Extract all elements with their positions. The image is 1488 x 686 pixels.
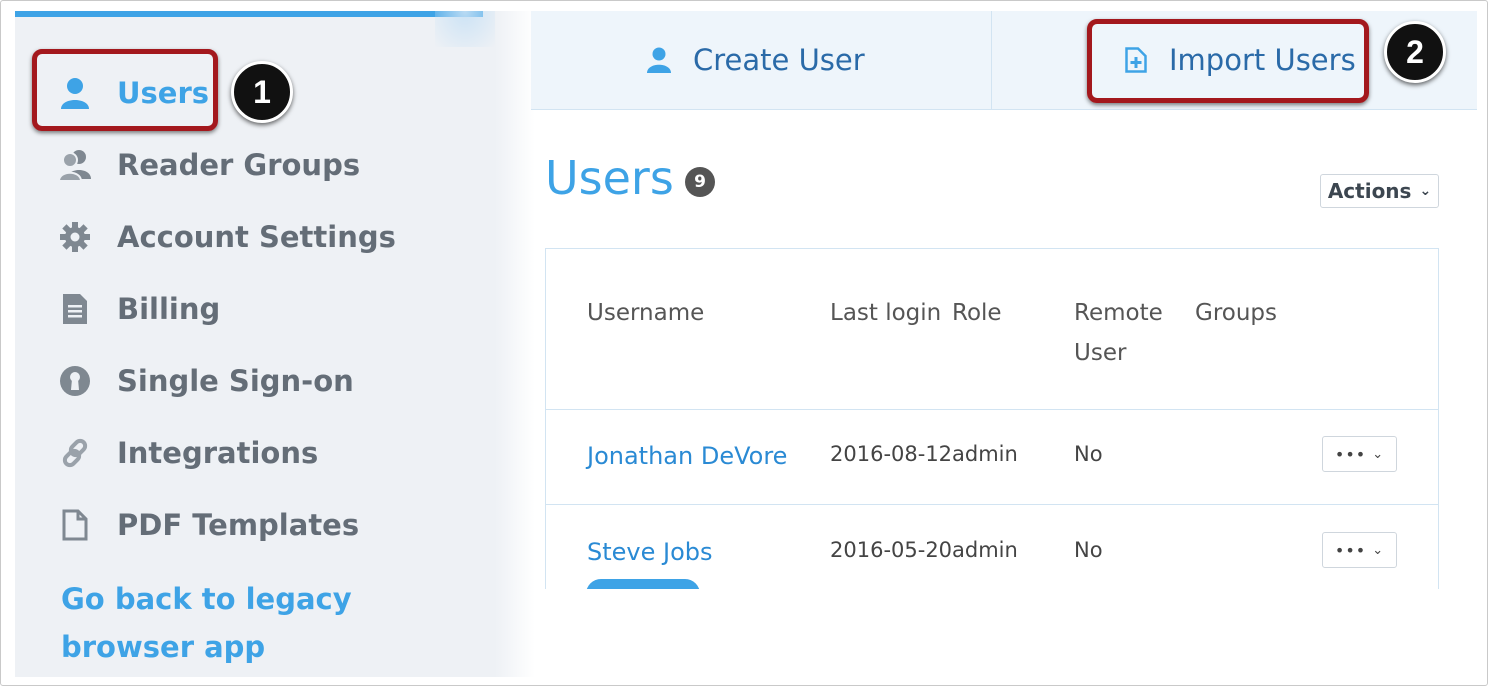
sidebar-item-pdf-templates[interactable]: PDF Templates (57, 505, 359, 545)
users-table: Username Last login Role Remote User Gro… (545, 248, 1439, 589)
create-user-label: Create User (693, 43, 865, 77)
create-user-button[interactable]: Create User (647, 11, 865, 109)
sidebar-item-billing[interactable]: Billing (57, 289, 220, 329)
remote-user-cell: No (1074, 442, 1103, 466)
chevron-down-icon: ⌄ (1372, 542, 1385, 558)
chevron-down-icon: ⌄ (1372, 446, 1385, 462)
document-icon (57, 291, 93, 327)
legacy-browser-link[interactable]: Go back to legacy browser app (61, 575, 461, 671)
role-pill (586, 579, 700, 589)
callout-box-users (32, 49, 218, 131)
reader-groups-icon (57, 147, 93, 183)
sidebar-item-reader-groups[interactable]: Reader Groups (57, 145, 360, 185)
app-window: Users Reader Groups Account Settings Bil… (0, 0, 1488, 686)
sidebar-item-label: Integrations (117, 436, 319, 470)
toolbar-divider (991, 11, 992, 109)
chevron-down-icon: ⌄ (1419, 183, 1432, 199)
row-menu-button[interactable]: ••• ⌄ (1322, 532, 1397, 568)
last-login-cell: 2016-08-12 (830, 442, 953, 466)
actions-dropdown[interactable]: Actions ⌄ (1320, 174, 1439, 208)
role-cell: admin (952, 442, 1018, 466)
callout-badge-1: 1 (231, 61, 293, 123)
sidebar-item-label: Reader Groups (117, 148, 361, 182)
keyhole-icon (57, 363, 93, 399)
table-row: Steve Jobs 2016-05-20 admin No ••• ⌄ (546, 505, 1438, 589)
table-header: Username Last login Role Remote User Gro… (546, 249, 1438, 410)
sidebar-item-integrations[interactable]: Integrations (57, 433, 318, 473)
actions-label: Actions (1327, 179, 1412, 203)
more-dots-icon: ••• (1334, 444, 1367, 464)
column-header-username[interactable]: Username (587, 293, 704, 333)
username-link[interactable]: Jonathan DeVore (587, 442, 787, 470)
sidebar-item-single-sign-on[interactable]: Single Sign-on (57, 361, 354, 401)
sidebar-item-label: PDF Templates (117, 508, 360, 542)
row-menu-button[interactable]: ••• ⌄ (1322, 436, 1397, 472)
username-link[interactable]: Steve Jobs (587, 538, 713, 566)
more-dots-icon: ••• (1334, 540, 1367, 560)
column-header-last-login[interactable]: Last login (830, 293, 941, 333)
page-title: Users (545, 151, 674, 205)
link-icon (57, 435, 93, 471)
gear-icon (57, 219, 93, 255)
file-icon (57, 507, 93, 543)
column-header-role[interactable]: Role (952, 293, 1002, 333)
sidebar-item-account-settings[interactable]: Account Settings (57, 217, 396, 257)
sidebar-item-label: Account Settings (117, 220, 396, 254)
remote-user-cell: No (1074, 538, 1103, 562)
column-header-groups[interactable]: Groups (1195, 293, 1277, 333)
sidebar-item-label: Billing (117, 292, 221, 326)
callout-badge-2: 2 (1384, 21, 1446, 83)
user-icon (647, 47, 671, 73)
role-cell: admin (952, 538, 1018, 562)
last-login-cell: 2016-05-20 (830, 538, 953, 562)
column-header-remote-user[interactable]: Remote User (1074, 293, 1174, 373)
table-row: Jonathan DeVore 2016-08-12 admin No ••• … (546, 409, 1438, 505)
sidebar-accent-bar (15, 11, 495, 47)
callout-box-import-users (1087, 19, 1369, 103)
sidebar-item-label: Single Sign-on (117, 364, 354, 398)
user-count-badge: 9 (685, 167, 715, 197)
